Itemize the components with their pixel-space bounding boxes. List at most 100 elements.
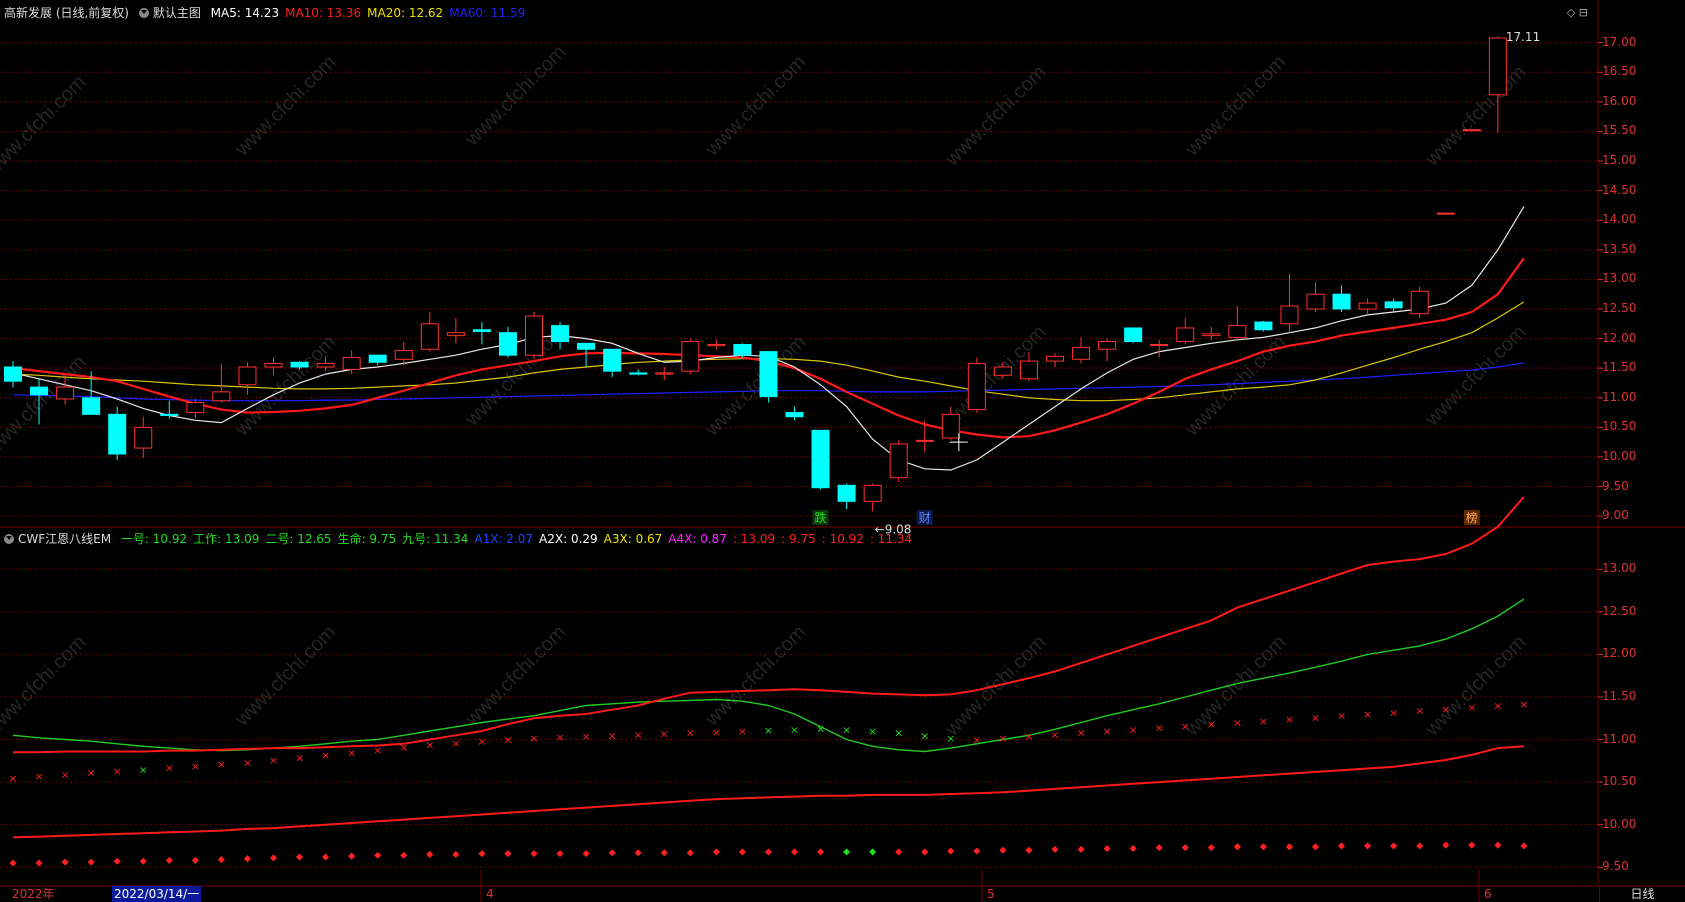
indicator-cross: × [868,725,877,738]
indicator-dot [921,848,929,856]
indicator-dot [87,858,95,866]
candle-body-down [498,332,517,356]
indicator-value: : 11.34 [869,532,913,546]
indicator-dot [1468,841,1476,849]
indicator-plot[interactable]: × × × × × × × × × × × × × × × × × × × × × × × × × × × × × × × × × × × × × × × ×… [8,496,1529,867]
indicator-dot [1416,842,1424,850]
y-tick-label: 16.50 [1602,64,1637,79]
indicator-dot [1233,843,1241,851]
candle-body-up [967,362,986,411]
indicator-value: A1X: 2.07 [474,532,534,546]
candle-body-down [30,386,49,396]
indicator-cross: × [555,731,564,744]
indicator-cross: × [998,732,1007,745]
indicator-dot [1364,842,1372,850]
indicator-cross: × [425,739,434,752]
indicator-cross: × [269,754,278,767]
indicator-value: : 13.09 [732,532,776,546]
watermark-text: www.cfchi.com [0,631,90,741]
indicator-cross: × [217,758,226,771]
indicator-value: A3X: 0.67 [603,532,663,546]
indicator-dot [35,859,43,867]
indicator-cross: × [1050,728,1059,741]
candle-body-down [472,329,491,332]
indicator-dot [530,850,538,858]
watermark-text: www.cfchi.com [1421,321,1531,431]
indicator-cross: × [1467,701,1476,714]
event-marker: 财 [919,511,931,525]
indicator-value: : 10.92 [821,532,864,546]
candle-body-up [1436,212,1455,215]
indicator-cross: × [1389,706,1398,719]
indicator-header: CWF江恩八线EM 一号: 10.92 工作: 13.09 二号: 12.65 生命:… [4,531,924,547]
indicator-name[interactable]: CWF江恩八线EM [18,532,111,546]
indicator-dot [634,849,642,857]
indicator-cross: × [529,732,538,745]
y-tick-label: 10.00 [1602,816,1637,831]
window-icon[interactable]: ⊟ [1579,6,1588,19]
indicator-dot [1103,844,1111,853]
stock-title[interactable]: 高新发展 (日线,前复权) [4,6,129,20]
indicator-dot [1520,842,1528,850]
indicator-dot [895,848,903,856]
date-label-year: 2022年 [12,887,55,901]
indicator-value: : 9.75 [781,532,816,546]
indicator-cross: × [1337,710,1346,723]
candle-body-up [1488,37,1507,96]
indicator-cross: × [1415,705,1424,718]
dropdown-icon[interactable] [4,534,14,544]
indicator-dot [191,856,199,864]
indicator-dot [478,850,486,858]
candle-body-down [1254,321,1273,331]
ma10-line [12,257,1525,439]
ma-value: MA20: 12.62 [367,6,444,20]
indicator-dot [113,857,121,865]
candle-body-up [993,366,1012,376]
indicator-cross: × [738,725,747,738]
indicator-dot [1129,844,1137,853]
indicator-cross: × [8,772,17,785]
candle-body-down [1384,301,1403,309]
watermark-text: www.cfchi.com [0,71,90,181]
watermark-text: www.cfchi.com [231,51,341,161]
chart-name[interactable]: 默认主图 [153,6,201,20]
candle-body-down [290,361,309,368]
diamond-icon[interactable]: ◇ [1567,6,1575,19]
indicator-dot [1025,846,1033,854]
dropdown-icon[interactable] [138,8,149,18]
candle-body-up [1072,346,1091,360]
indicator-dot [426,850,434,858]
indicator-cross: × [1259,715,1268,728]
indicator-cross: × [894,727,903,740]
indicator-cross: × [295,751,304,764]
indicator-cross: × [399,741,408,754]
date-label-selected[interactable]: 2022/03/14/一 [112,886,202,902]
candle-body-down [577,342,596,350]
indicator-cross: × [686,727,695,740]
main-candlestick-plot[interactable]: 17.11←9.08跌财榜 [4,30,1541,536]
y-tick-label: 9.50 [1602,478,1629,493]
candle-body-up [707,344,726,347]
ma-value: MA5: 14.23 [210,6,280,20]
candle-body-up [1410,290,1429,315]
indicator-cross: × [165,762,174,775]
y-tick-label: 13.50 [1602,241,1637,256]
indicator-cross: × [451,737,460,750]
indicator-dot [1051,845,1059,853]
ma-legend: MA5: 14.23 MA10: 13.36 MA20: 12.62 MA60: 11… [211,6,532,20]
indicator-cross: × [243,757,252,770]
indicator-dot [452,850,460,858]
indicator-cross: × [712,726,721,739]
indicator-cross: × [764,724,773,737]
indicator-cross: × [87,767,96,780]
main-chart-header: 高新发展 (日线,前复权) 默认主图 MA5: 14.23 MA10: 13.36… [4,5,537,21]
indicator-value: 二号: 12.65 [265,532,332,546]
candle-body-up [134,426,153,449]
date-label-month-5: 5 [987,887,995,901]
indicator-dot [1442,841,1450,849]
indicator-value: A2X: 0.29 [539,532,598,546]
candle-body-up [420,323,439,350]
period-selector[interactable]: 日线 [1599,886,1685,902]
candle-body-down [785,412,804,418]
candle-body-down [603,348,622,372]
